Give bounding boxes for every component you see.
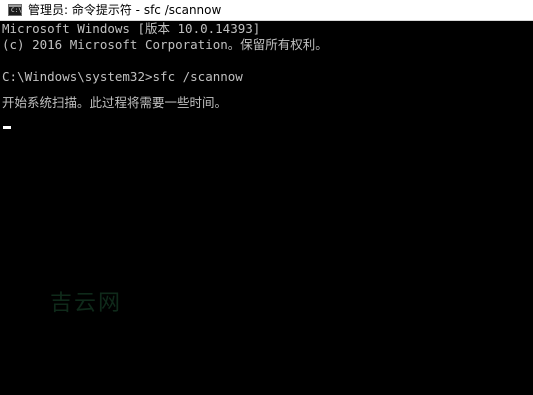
console-line-version: Microsoft Windows [版本 10.0.14393]	[2, 21, 261, 36]
console-line-status: 开始系统扫描。此过程将需要一些时间。	[2, 95, 228, 110]
watermark: 吉云网	[50, 291, 123, 316]
console-line-command: C:\Windows\system32>sfc /scannow	[2, 69, 243, 84]
console-line-copyright: (c) 2016 Microsoft Corporation。保留所有权利。	[2, 37, 328, 52]
cmd-icon-glyph: C:\	[11, 7, 22, 14]
cmd-icon[interactable]: C:\	[8, 4, 22, 16]
console-output[interactable]: Microsoft Windows [版本 10.0.14393] (c) 20…	[0, 21, 533, 395]
command-prompt-window: C:\ 管理员: 命令提示符 - sfc /scannow Microsoft …	[0, 0, 533, 395]
window-title: 管理员: 命令提示符 - sfc /scannow	[28, 3, 222, 17]
text-cursor	[3, 126, 11, 129]
title-bar[interactable]: C:\ 管理员: 命令提示符 - sfc /scannow	[0, 0, 533, 21]
